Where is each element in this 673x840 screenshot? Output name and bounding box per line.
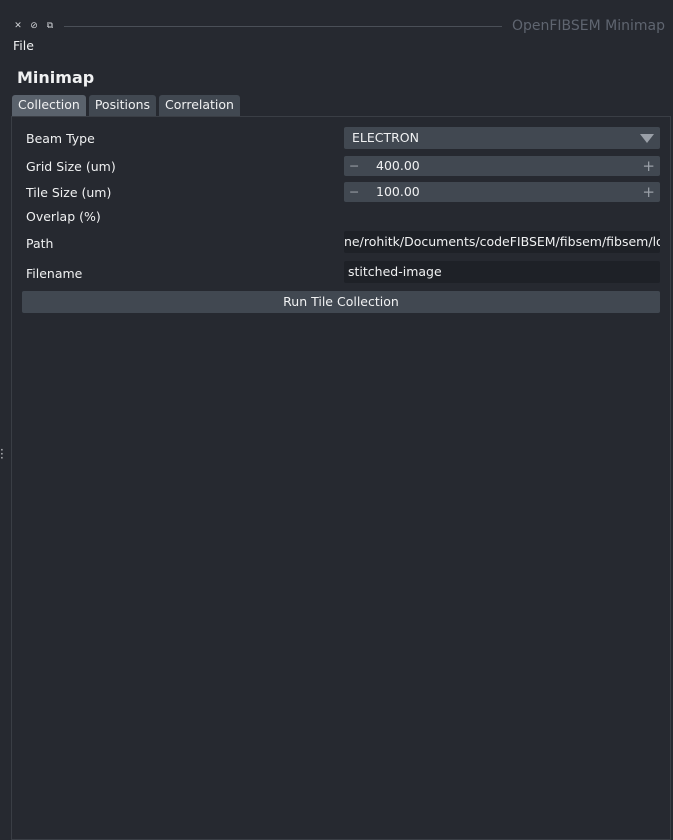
grid-size-value: 400.00: [376, 158, 420, 173]
close-icon[interactable]: ✕: [10, 21, 26, 31]
beam-type-select[interactable]: ELECTRON: [344, 127, 660, 149]
tile-size-label: Tile Size (um): [26, 185, 112, 200]
beam-type-value: ELECTRON: [352, 130, 419, 145]
filename-label: Filename: [26, 266, 83, 281]
tile-size-value: 100.00: [376, 184, 420, 199]
drag-handle-icon[interactable]: · · ·: [0, 444, 4, 464]
titlebar-divider: [64, 25, 502, 27]
plus-icon[interactable]: +: [642, 182, 655, 202]
collection-panel: [11, 116, 671, 840]
float-icon[interactable]: ⊘: [26, 21, 42, 31]
window-titlebar: ✕ ⊘ ⧉ OpenFIBSEM Minimap: [10, 18, 665, 34]
page-title: Minimap: [17, 68, 95, 87]
menu-file[interactable]: File: [13, 38, 34, 53]
tab-collection[interactable]: Collection: [12, 95, 86, 116]
tab-correlation[interactable]: Correlation: [159, 95, 240, 116]
minus-icon[interactable]: −: [349, 182, 359, 202]
overlap-label: Overlap (%): [26, 209, 101, 224]
minus-icon[interactable]: −: [349, 156, 359, 176]
grid-size-label: Grid Size (um): [26, 159, 116, 174]
chevron-down-icon: [640, 134, 654, 143]
path-label: Path: [26, 236, 54, 251]
tab-bar: Collection Positions Correlation: [12, 95, 240, 116]
run-tile-collection-button[interactable]: Run Tile Collection: [22, 291, 660, 313]
grid-size-spinbox[interactable]: − 400.00 +: [344, 156, 660, 176]
restore-icon[interactable]: ⧉: [42, 21, 58, 31]
tile-size-spinbox[interactable]: − 100.00 +: [344, 182, 660, 202]
plus-icon[interactable]: +: [642, 156, 655, 176]
path-input[interactable]: ne/rohitk/Documents/codeFIBSEM/fibsem/fi…: [344, 231, 660, 253]
beam-type-label: Beam Type: [26, 131, 95, 146]
window-title: OpenFIBSEM Minimap: [511, 18, 665, 34]
filename-input[interactable]: stitched-image: [344, 261, 660, 283]
tab-positions[interactable]: Positions: [88, 95, 157, 116]
